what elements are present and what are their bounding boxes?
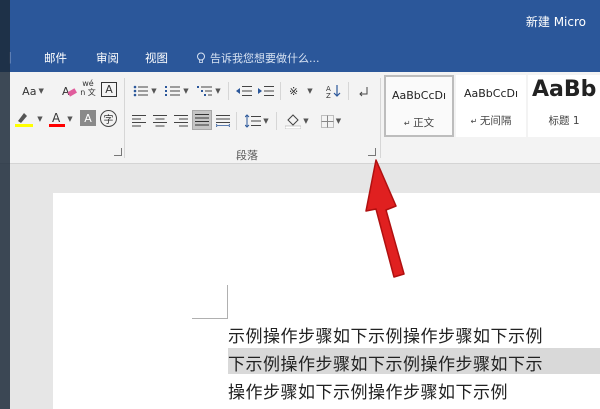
word-window: 新建 Micro | 邮件 审阅 视图 告诉我您想要做什么... Aa▼ A w… [0,0,600,409]
red-arrow-annotation [365,159,405,278]
